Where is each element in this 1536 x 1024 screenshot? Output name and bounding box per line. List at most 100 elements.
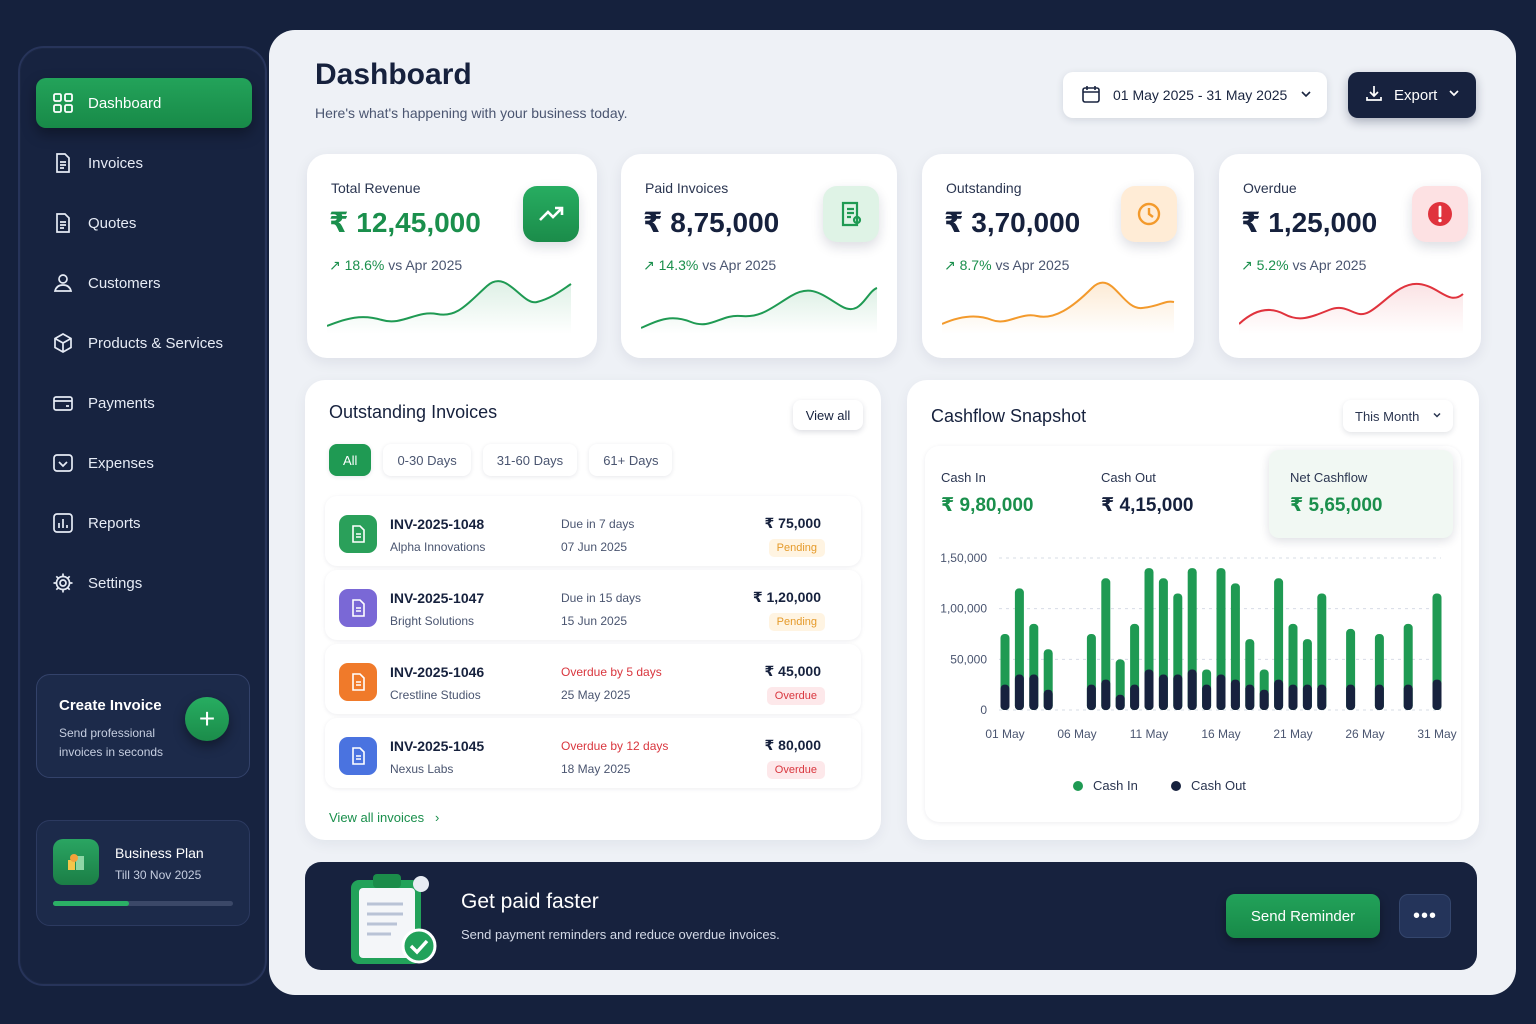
cashflow-panel: Cashflow Snapshot This Month Cash In ₹ 9… bbox=[907, 380, 1479, 840]
calendar-icon bbox=[1081, 84, 1101, 107]
sidebar-item-label: Products & Services bbox=[88, 334, 224, 352]
bar-cash-out bbox=[1432, 679, 1442, 710]
cash-out-label: Cash Out bbox=[1101, 470, 1156, 485]
sidebar-item-expenses[interactable]: Expenses bbox=[36, 438, 252, 488]
bar-cash-out bbox=[1259, 689, 1269, 710]
cash-in-value: ₹ 9,80,000 bbox=[941, 495, 1034, 516]
create-invoice-button[interactable]: + bbox=[185, 697, 229, 741]
bar-cash-out bbox=[1130, 684, 1140, 710]
plan-card[interactable]: Business Plan Till 30 Nov 2025 bbox=[36, 820, 250, 926]
banner-title: Get paid faster bbox=[461, 890, 599, 913]
export-label: Export bbox=[1394, 86, 1438, 104]
legend-dot bbox=[1171, 780, 1181, 791]
invoice-amount: ₹ 45,000 bbox=[764, 663, 821, 679]
sidebar-item-label: Customers bbox=[88, 274, 161, 292]
bar-cash-out bbox=[1202, 684, 1212, 710]
view-all-invoices-label: View all invoices bbox=[329, 810, 425, 825]
filter-31-60-days[interactable]: 31-60 Days bbox=[482, 444, 578, 476]
invoice-row[interactable]: INV-2025-1047 Bright Solutions Due in 15… bbox=[325, 570, 861, 640]
more-icon: ••• bbox=[1412, 904, 1437, 927]
filter-0-30-days[interactable]: 0-30 Days bbox=[383, 444, 471, 476]
cashflow-title: Cashflow Snapshot bbox=[931, 406, 1087, 426]
invoice-client: Crestline Studios bbox=[390, 688, 481, 702]
x-tick-label: 06 May bbox=[1057, 727, 1096, 741]
invoice-client: Nexus Labs bbox=[390, 762, 454, 776]
invoice-date: 15 Jun 2025 bbox=[561, 614, 628, 628]
sidebar-item-dashboard[interactable]: Dashboard bbox=[36, 78, 252, 128]
export-button[interactable]: Export bbox=[1348, 72, 1476, 118]
plus-icon: + bbox=[198, 703, 216, 734]
bar-cash-out bbox=[1158, 674, 1168, 710]
plan-progress-bar bbox=[53, 901, 233, 906]
sidebar-item-label: Invoices bbox=[88, 154, 144, 172]
invoice-row[interactable]: INV-2025-1046 Crestline Studios Overdue … bbox=[325, 644, 861, 714]
invoice-due: Due in 15 days bbox=[561, 591, 642, 605]
status-badge: Overdue bbox=[766, 761, 825, 779]
sidebar-item-payments[interactable]: Payments bbox=[36, 378, 252, 428]
filter-all[interactable]: All bbox=[329, 444, 372, 476]
sidebar-item-products-services[interactable]: Products & Services bbox=[36, 318, 252, 368]
invoice-due: Overdue by 5 days bbox=[561, 665, 662, 679]
stat-card-outstanding[interactable]: Outstanding ₹ 3,70,000 ↗ 8.7% vs Apr 202… bbox=[922, 154, 1194, 358]
sidebar-item-reports[interactable]: Reports bbox=[36, 498, 252, 548]
sidebar-item-label: Quotes bbox=[88, 214, 137, 232]
chevron-down-icon bbox=[1431, 409, 1443, 424]
document-icon bbox=[339, 515, 377, 553]
stat-value: ₹ 8,75,000 bbox=[643, 207, 780, 238]
page-title: Dashboard bbox=[315, 58, 472, 91]
clock-icon bbox=[1121, 186, 1177, 242]
x-tick-label: 26 May bbox=[1345, 727, 1384, 741]
banner-subtitle: Send payment reminders and reduce overdu… bbox=[461, 927, 780, 942]
bar-cash-out bbox=[1115, 694, 1125, 710]
wallet-icon bbox=[52, 452, 74, 474]
view-all-button[interactable]: View all bbox=[793, 400, 863, 430]
gear-icon bbox=[52, 572, 74, 594]
period-select[interactable]: This Month bbox=[1343, 400, 1453, 432]
stat-label: Outstanding bbox=[946, 180, 1022, 196]
invoice-row[interactable]: INV-2025-1045 Nexus Labs Overdue by 12 d… bbox=[325, 718, 861, 788]
more-options-button[interactable]: ••• bbox=[1399, 894, 1451, 938]
bar-cash-out bbox=[1173, 674, 1183, 710]
bar-chart-icon bbox=[52, 512, 74, 534]
net-cashflow-label: Net Cashflow bbox=[1290, 470, 1368, 485]
user-icon bbox=[52, 272, 74, 294]
paid-invoice-icon bbox=[823, 186, 879, 242]
bar-cash-out bbox=[1000, 684, 1010, 710]
sidebar-item-quotes[interactable]: Quotes bbox=[36, 198, 252, 248]
download-icon bbox=[1364, 83, 1384, 107]
chevron-down-icon bbox=[1299, 87, 1313, 104]
main-panel: Dashboard Here's what's happening with y… bbox=[269, 30, 1516, 995]
bar-cash-out bbox=[1101, 679, 1111, 710]
document-icon bbox=[339, 589, 377, 627]
y-tick-label: 50,000 bbox=[950, 652, 987, 666]
filter-61-plus-days[interactable]: 61+ Days bbox=[589, 444, 673, 476]
x-tick-label: 11 May bbox=[1130, 727, 1168, 741]
stat-card-overdue[interactable]: Overdue ₹ 1,25,000 ↗ 5.2% vs Apr 2025 bbox=[1219, 154, 1481, 358]
stat-card-paid-invoices[interactable]: Paid Invoices ₹ 8,75,000 ↗ 14.3% vs Apr … bbox=[621, 154, 897, 358]
document-icon bbox=[339, 737, 377, 775]
cashflow-chart: 0 50,000 1,00,000 1,50,000 01 May 06 May 11 Ma… bbox=[940, 551, 1456, 741]
sparkline bbox=[1239, 282, 1464, 334]
get-paid-banner: Get paid faster Send payment reminders a… bbox=[305, 862, 1477, 970]
date-range-picker[interactable]: 01 May 2025 - 31 May 2025 bbox=[1063, 72, 1327, 118]
y-tick-label: 0 bbox=[980, 703, 987, 717]
stat-card-total-revenue[interactable]: Total Revenue ₹ 12,45,000 ↗ 18.6% vs Apr… bbox=[307, 154, 597, 358]
sidebar-item-customers[interactable]: Customers bbox=[36, 258, 252, 308]
invoice-number: INV-2025-1048 bbox=[390, 516, 485, 532]
sparkline bbox=[327, 280, 572, 334]
invoice-row[interactable]: INV-2025-1048 Alpha Innovations Due in 7… bbox=[325, 496, 861, 566]
legend-label: Cash In bbox=[1093, 778, 1138, 793]
stat-change: ↗ 8.7% vs Apr 2025 bbox=[944, 257, 1070, 273]
send-reminder-button[interactable]: Send Reminder bbox=[1226, 894, 1380, 938]
plan-date: Till 30 Nov 2025 bbox=[115, 868, 202, 882]
legend-label: Cash Out bbox=[1191, 778, 1246, 793]
invoice-due: Overdue by 12 days bbox=[561, 739, 669, 753]
cash-out-value: ₹ 4,15,000 bbox=[1101, 495, 1194, 516]
sidebar-item-settings[interactable]: Settings bbox=[36, 558, 252, 608]
view-all-invoices-link[interactable]: View all invoices › bbox=[329, 810, 439, 825]
stat-value: ₹ 3,70,000 bbox=[944, 207, 1081, 238]
sparkline bbox=[641, 287, 878, 334]
bar-cash-out bbox=[1274, 679, 1284, 710]
stat-label: Paid Invoices bbox=[645, 180, 729, 196]
sidebar-item-invoices[interactable]: Invoices bbox=[36, 138, 252, 188]
